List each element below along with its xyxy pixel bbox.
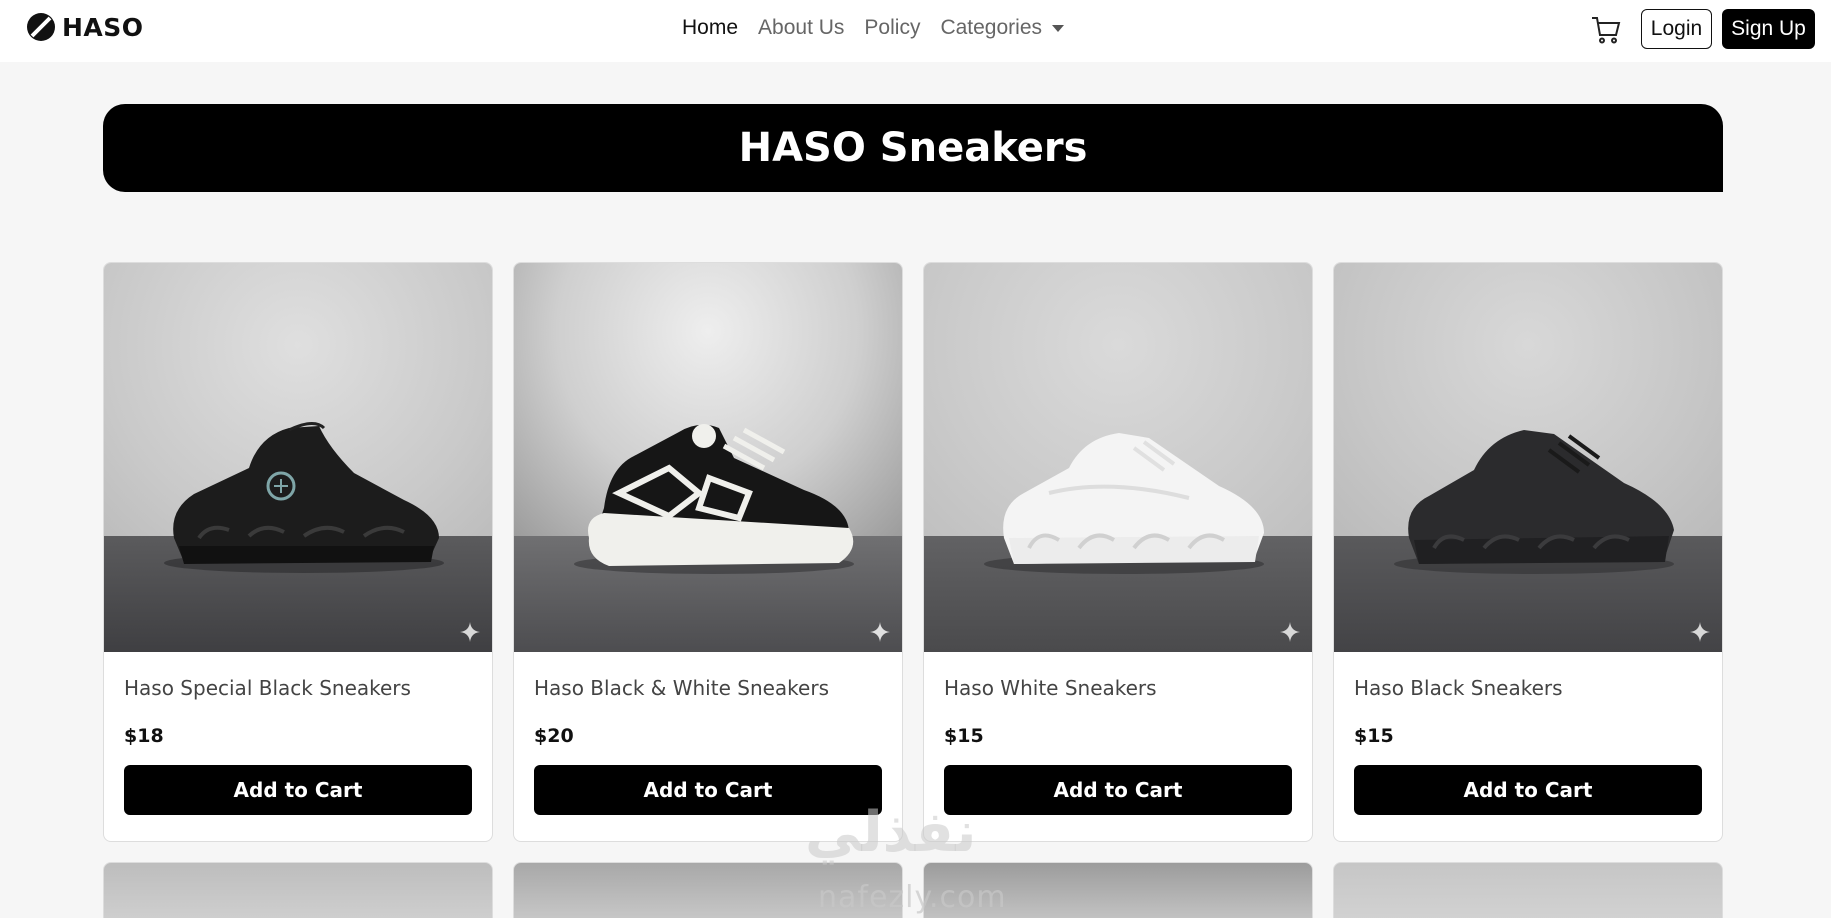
- product-card: Haso Black & White Sneakers $20 Add to C…: [513, 262, 903, 842]
- product-image[interactable]: [514, 263, 902, 652]
- product-price: $20: [534, 725, 574, 747]
- product-image[interactable]: [924, 263, 1312, 652]
- main-nav: Home About Us Policy Categories: [682, 16, 1065, 40]
- product-title[interactable]: Haso White Sneakers: [944, 676, 1292, 700]
- product-price: $15: [1354, 725, 1394, 747]
- product-price: $18: [124, 725, 164, 747]
- product-price: $15: [944, 725, 984, 747]
- navbar: HASO Home About Us Policy Categories Log…: [0, 0, 1831, 62]
- product-image[interactable]: [104, 263, 492, 652]
- cart-icon[interactable]: [1590, 14, 1622, 46]
- product-card: Haso Black Sneakers $15 Add to Cart: [1333, 262, 1723, 842]
- add-to-cart-button[interactable]: Add to Cart: [944, 765, 1292, 815]
- nav-home[interactable]: Home: [682, 16, 738, 40]
- add-to-cart-button[interactable]: Add to Cart: [124, 765, 472, 815]
- page-title: HASO Sneakers: [738, 125, 1088, 171]
- sparkle-icon: [460, 622, 480, 642]
- watermark-url: nafezly.com: [818, 880, 1007, 915]
- hero-banner: HASO Sneakers: [103, 104, 1723, 192]
- watermark-arabic: نفذلي: [805, 800, 977, 865]
- signup-button[interactable]: Sign Up: [1722, 9, 1815, 49]
- product-card: Haso Special Black Sneakers $18 Add to C…: [103, 262, 493, 842]
- product-card-partial[interactable]: [103, 862, 493, 918]
- product-card: Haso White Sneakers $15 Add to Cart: [923, 262, 1313, 842]
- product-title[interactable]: Haso Black Sneakers: [1354, 676, 1702, 700]
- sparkle-icon: [870, 622, 890, 642]
- chevron-down-icon: [1052, 24, 1065, 32]
- login-button[interactable]: Login: [1641, 9, 1712, 49]
- add-to-cart-button[interactable]: Add to Cart: [1354, 765, 1702, 815]
- nav-categories-label: Categories: [940, 16, 1043, 39]
- brand-logo[interactable]: HASO: [26, 12, 144, 42]
- haso-logo-icon: [27, 13, 55, 41]
- sparkle-icon: [1280, 622, 1300, 642]
- product-title[interactable]: Haso Black & White Sneakers: [534, 676, 882, 700]
- nav-policy[interactable]: Policy: [864, 16, 920, 40]
- nav-categories-dropdown[interactable]: Categories: [940, 16, 1065, 40]
- product-card-partial[interactable]: [1333, 862, 1723, 918]
- brand-name: HASO: [62, 12, 144, 42]
- product-title[interactable]: Haso Special Black Sneakers: [124, 676, 472, 700]
- nav-about-us[interactable]: About Us: [758, 16, 844, 40]
- product-image[interactable]: [1334, 263, 1722, 652]
- sparkle-icon: [1690, 622, 1710, 642]
